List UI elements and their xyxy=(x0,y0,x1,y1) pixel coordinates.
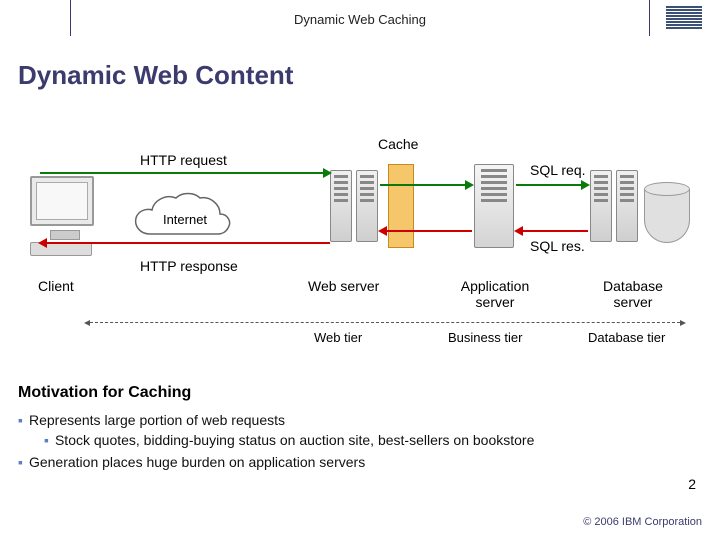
app-to-web-arrow-icon xyxy=(380,228,472,234)
db-server-label: Database server xyxy=(588,278,678,310)
header-divider-right xyxy=(649,0,650,36)
architecture-diagram: Internet xyxy=(30,130,690,340)
web-to-app-arrow-icon xyxy=(380,182,472,188)
bullet-icon: ▪ xyxy=(44,432,49,448)
bullet-icon: ▪ xyxy=(18,412,23,428)
slide: Dynamic Web Caching Dynamic Web Content … xyxy=(0,0,720,540)
sql-req-label: SQL req. xyxy=(530,162,586,178)
tier-divider-line xyxy=(90,322,680,323)
application-server-icon xyxy=(474,164,514,248)
bullet-sub-item: ▪ Stock quotes, bidding-buying status on … xyxy=(44,432,702,448)
http-response-label: HTTP response xyxy=(140,258,238,274)
bullet-list: ▪ Represents large portion of web request… xyxy=(18,406,702,474)
bullet-text: Generation places huge burden on applica… xyxy=(29,454,365,470)
database-server-icon xyxy=(590,170,638,242)
copyright-text: © 2006 IBM Corporation xyxy=(583,516,702,528)
bullet-text: Represents large portion of web requests xyxy=(29,412,285,428)
sql-res-label: SQL res. xyxy=(530,238,585,254)
cache-icon xyxy=(388,164,414,248)
client-label: Client xyxy=(38,278,74,294)
client-monitor-icon xyxy=(30,176,94,226)
page-number: 2 xyxy=(688,476,696,492)
slide-header: Dynamic Web Caching xyxy=(0,0,720,40)
slide-title: Dynamic Web Content xyxy=(18,60,720,91)
database-tier-label: Database tier xyxy=(588,330,665,345)
sql-req-arrow-icon xyxy=(516,182,588,188)
bullet-item: ▪ Generation places huge burden on applic… xyxy=(18,454,702,470)
web-server-label: Web server xyxy=(308,278,379,294)
bullet-item: ▪ Represents large portion of web request… xyxy=(18,412,702,428)
web-server-icon xyxy=(330,170,378,242)
app-server-label: Application server xyxy=(450,278,540,310)
header-divider-left xyxy=(70,0,71,36)
section-heading: Motivation for Caching xyxy=(18,384,191,402)
business-tier-label: Business tier xyxy=(448,330,522,345)
web-tier-label: Web tier xyxy=(314,330,362,345)
bullet-text: Stock quotes, bidding-buying status on a… xyxy=(55,432,534,448)
http-request-arrow-icon xyxy=(40,170,330,176)
bullet-icon: ▪ xyxy=(18,454,23,470)
http-response-arrow-icon xyxy=(40,240,330,246)
ibm-logo-icon xyxy=(666,6,702,30)
http-request-label: HTTP request xyxy=(140,152,227,168)
internet-label: Internet xyxy=(130,212,240,227)
database-cylinder-icon xyxy=(644,182,690,246)
sql-res-arrow-icon xyxy=(516,228,588,234)
presentation-title: Dynamic Web Caching xyxy=(294,12,426,27)
cache-label: Cache xyxy=(378,136,418,152)
